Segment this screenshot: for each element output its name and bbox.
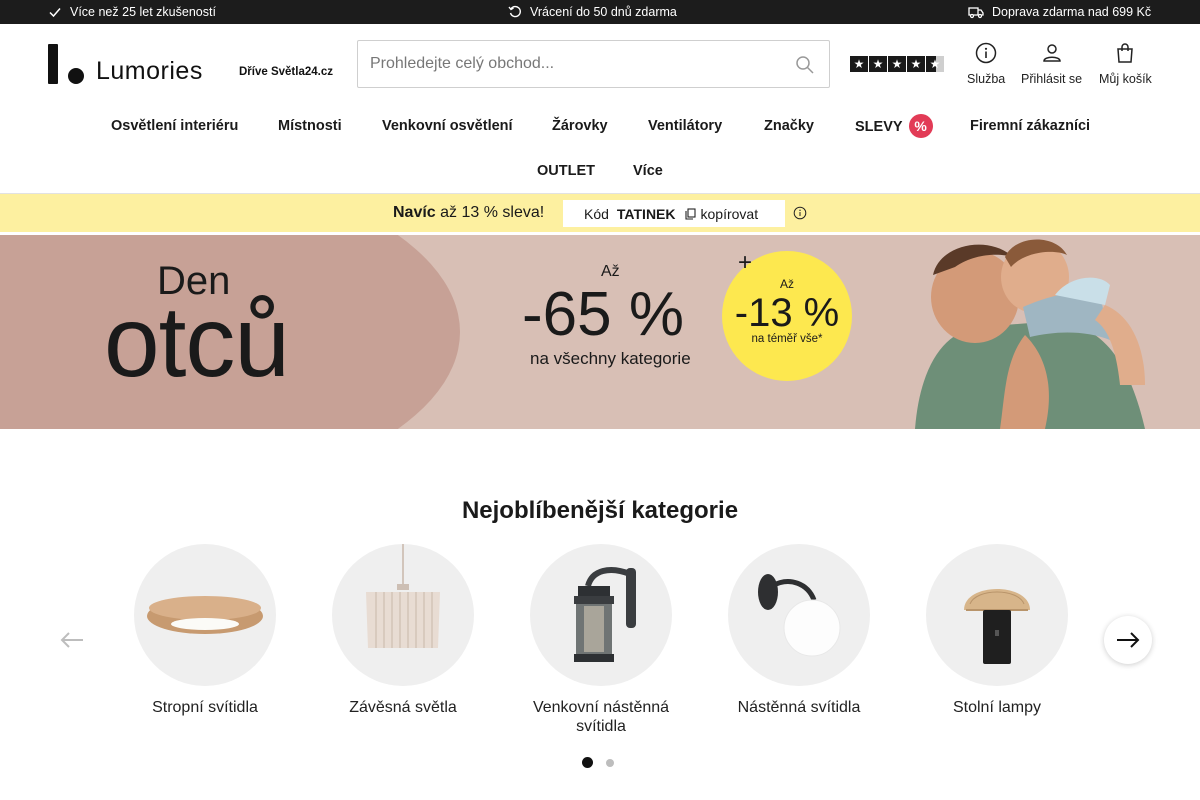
shipping-info: Doprava zdarma nad 699 Kč (968, 0, 1151, 24)
category-card-wall-lights[interactable]: Nástěnná svítidla (709, 544, 889, 717)
promo-code: TATINEK (616, 205, 676, 222)
category-card-outdoor-wall-lights[interactable]: Venkovní nástěnná svítidla (511, 544, 691, 736)
hero-title-big: otců (104, 286, 290, 398)
former-name: Dříve Světla24.cz (239, 66, 333, 78)
search-icon[interactable] (795, 55, 815, 75)
arrow-left-icon (60, 632, 83, 648)
category-label: Stropní svítidla (152, 699, 258, 716)
logo-mark (48, 44, 86, 84)
category-card-table-lamps[interactable]: Stolní lampy (907, 544, 1087, 717)
category-label: Nástěnná svítidla (737, 699, 861, 716)
category-image (728, 544, 870, 686)
extra-up-to: Až (779, 277, 794, 291)
table-lamp-icon (964, 589, 1030, 664)
copy-code-button[interactable]: kopírovat (684, 205, 759, 222)
wall-globe-light-icon (758, 574, 841, 657)
cart-button[interactable]: Můj košík (1099, 42, 1152, 86)
nav-outlet[interactable]: OUTLET (537, 163, 595, 179)
extra-note: na téměř vše* (751, 333, 823, 345)
hero-up-to: Až (601, 263, 620, 280)
percent-badge-icon: % (908, 114, 933, 138)
nav-bulbs[interactable]: Žárovky (552, 118, 608, 134)
shipping-text: Doprava zdarma nad 699 Kč (992, 5, 1152, 19)
nav-rooms[interactable]: Místnosti (278, 118, 342, 134)
info-circle-icon (975, 42, 997, 64)
return-arrow-icon (508, 5, 521, 18)
service-label: Služba (967, 72, 1006, 86)
hero-plus: + (738, 249, 753, 276)
nav-more[interactable]: Více (633, 163, 663, 179)
promo-strip: Navíc až 13 % sleva! Kód TATINEK kopírov… (0, 194, 1200, 232)
category-image (134, 544, 276, 686)
category-label: Venkovní nástěnná svítidla (532, 699, 670, 736)
category-label: Stolní lampy (952, 699, 1042, 716)
login-label: Přihlásit se (1021, 72, 1083, 86)
hero-banner[interactable]: Den otců Až -65 % na všechny kategorie A… (0, 235, 1200, 429)
nav-brands[interactable]: Značky (764, 118, 814, 134)
carousel-pagination (582, 757, 614, 768)
nav-fans[interactable]: Ventilátory (648, 118, 722, 134)
hero-discount: -65 % (522, 280, 684, 349)
arrow-right-icon (1117, 632, 1140, 648)
category-image (926, 544, 1068, 686)
pagination-dot-active[interactable] (582, 757, 593, 768)
star-icon: ★ (907, 56, 925, 72)
pagination-dot[interactable] (606, 758, 614, 767)
promo-code-box: Kód TATINEK kopírovat (563, 200, 785, 227)
extra-discount: -13 % (734, 291, 840, 335)
categories-title: Nejoblíbenější kategorie (461, 497, 739, 524)
nav-outdoor-lighting[interactable]: Venkovní osvětlení (382, 118, 513, 134)
star-icon: ★ (850, 56, 868, 72)
experience-info: Více než 25 let zkušeností (48, 0, 216, 24)
promo-lead: Navíc (393, 204, 436, 221)
category-image (332, 544, 474, 686)
shopping-bag-icon (1117, 43, 1134, 63)
info-icon[interactable] (793, 206, 807, 220)
search-input[interactable] (358, 55, 768, 73)
truck-icon (968, 7, 984, 19)
star-icon: ★ (888, 56, 906, 72)
login-button[interactable]: Přihlásit se (1021, 42, 1082, 86)
category-image (530, 544, 672, 686)
promo-text: Navíc až 13 % sleva! (393, 204, 544, 222)
category-card-ceiling-lights[interactable]: Stropní svítidla (115, 544, 295, 717)
outdoor-wall-lantern-icon (574, 567, 636, 662)
father-child-photo (915, 239, 1145, 429)
nav-sale[interactable]: SLEVY% (855, 114, 933, 139)
top-info-bar: Více než 25 let zkušeností Vrácení do 50… (0, 0, 1200, 24)
category-card-pendant-lights[interactable]: Závěsná světla (313, 544, 493, 717)
user-icon (1042, 44, 1061, 62)
returns-text: Vrácení do 50 dnů zdarma (530, 5, 677, 19)
logo[interactable]: Lumories (48, 44, 203, 84)
hero-discount-note: na všechny kategorie (530, 349, 691, 368)
logo-text: Lumories (96, 57, 203, 85)
carousel-next-button[interactable] (1104, 616, 1152, 664)
copy-icon (684, 207, 696, 220)
experience-text: Více než 25 let zkušeností (70, 5, 216, 19)
nav-business[interactable]: Firemní zákazníci (970, 118, 1090, 134)
search-box[interactable] (357, 40, 830, 88)
pendant-light-icon (366, 544, 440, 648)
star-icon: ★ (869, 56, 887, 72)
half-star-icon: ★ (926, 56, 944, 72)
nav-interior-lighting[interactable]: Osvětlení interiéru (111, 118, 238, 134)
check-icon (49, 8, 61, 18)
rating-stars[interactable]: ★ ★ ★ ★ ★ (850, 56, 944, 72)
carousel-prev-button[interactable] (48, 616, 96, 664)
returns-info: Vrácení do 50 dnů zdarma (508, 0, 677, 24)
category-label: Závěsná světla (349, 699, 457, 716)
service-button[interactable]: Služba (967, 42, 1005, 86)
ceiling-light-icon (147, 596, 263, 634)
cart-label: Můj košík (1099, 72, 1152, 86)
code-label: Kód (584, 205, 609, 222)
nav-sale-label: SLEVY (855, 118, 903, 135)
promo-body: až 13 % sleva! (440, 204, 545, 221)
copy-label: kopírovat (700, 205, 759, 222)
